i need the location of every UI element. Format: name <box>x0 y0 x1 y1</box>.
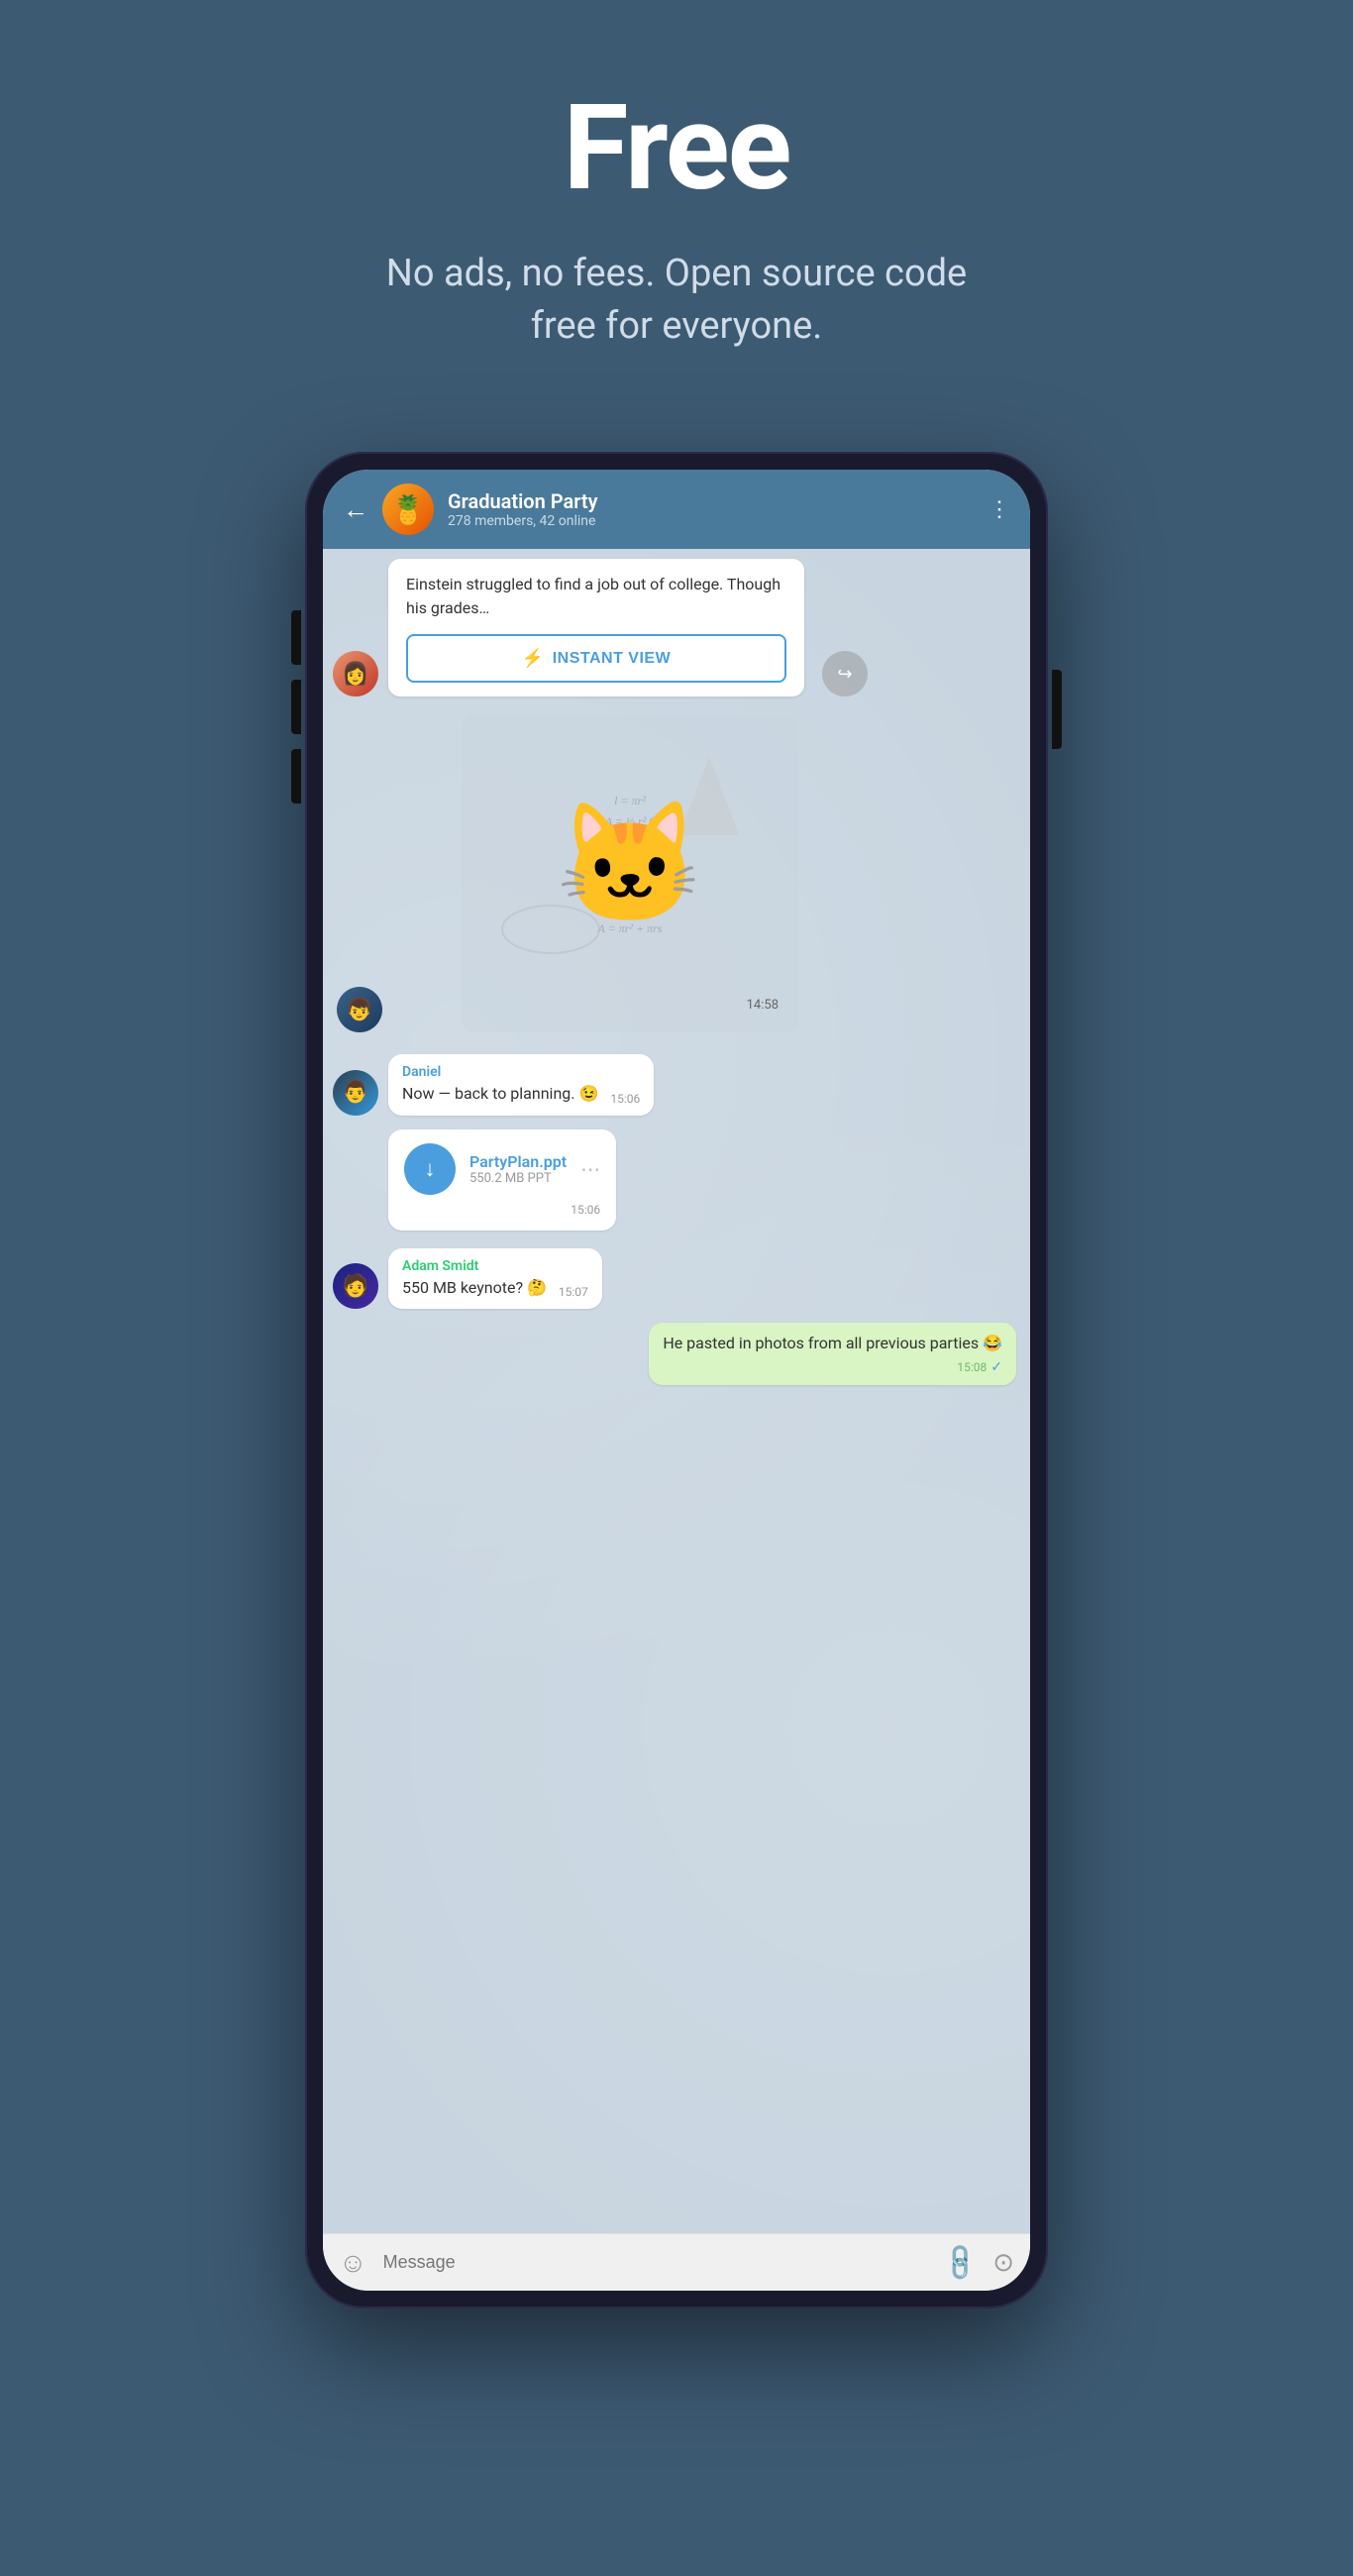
file-footer: 15:06 <box>404 1203 600 1217</box>
daniel-message-time: 15:06 <box>610 1092 640 1106</box>
avatar-daniel: 👨 <box>333 1070 378 1116</box>
hero-subtitle: No ads, no fees. Open source code free f… <box>379 248 974 353</box>
message-input[interactable] <box>383 2252 929 2273</box>
input-bar: ☺ 🔗 ⊙ <box>323 2233 1030 2291</box>
adam-message-time: 15:07 <box>559 1285 588 1299</box>
file-download-button[interactable]: ↓ <box>404 1143 456 1195</box>
daniel-bubble: Daniel Now — back to planning. 😉 15:06 <box>388 1054 654 1115</box>
file-info: PartyPlan.ppt 550.2 MB PPT <box>469 1152 567 1186</box>
share-button[interactable]: ↪ <box>822 651 868 697</box>
sticker-time: 14:58 <box>747 998 779 1013</box>
sticker-bg: l = πr² A = ½ r² θ V = l² P = 2πr A = πr… <box>481 736 779 994</box>
phone-outer: ← 🍍 Graduation Party 278 members, 42 onl… <box>305 452 1048 2308</box>
phone-device: ← 🍍 Graduation Party 278 members, 42 onl… <box>305 452 1048 2308</box>
daniel-message-text: Now — back to planning. 😉 <box>402 1083 598 1105</box>
avatar-adam: 🧑 <box>333 1263 378 1309</box>
more-button[interactable]: ⋮ <box>989 497 1010 522</box>
group-meta: 278 members, 42 online <box>448 513 975 529</box>
back-button[interactable]: ← <box>343 494 368 525</box>
file-more-button[interactable]: ⋯ <box>580 1157 600 1181</box>
outgoing-bubble-footer: 15:08 ✓ <box>663 1359 1002 1375</box>
attach-button[interactable]: 🔗 <box>939 2241 983 2285</box>
file-time: 15:06 <box>571 1203 600 1217</box>
article-card: Einstein struggled to find a job out of … <box>388 559 804 697</box>
hero-section: Free No ads, no fees. Open source code f… <box>0 0 1353 412</box>
phone-screen: ← 🍍 Graduation Party 278 members, 42 onl… <box>323 470 1030 2291</box>
cat-sticker-emoji: 🐱 <box>556 796 703 934</box>
article-text: Einstein struggled to find a job out of … <box>406 573 786 620</box>
sticker-container: l = πr² A = ½ r² θ V = l² P = 2πr A = πr… <box>462 716 798 1032</box>
file-name: PartyPlan.ppt <box>469 1152 567 1171</box>
lightning-icon: ⚡ <box>522 648 545 669</box>
avatar-girl: 👩 <box>333 651 378 697</box>
camera-button[interactable]: ⊙ <box>992 2248 1014 2278</box>
adam-message-row: 🧑 Adam Smidt 550 MB keynote? 🤔 15:07 <box>333 1248 1020 1309</box>
outgoing-message-text: He pasted in photos from all previous pa… <box>663 1334 1002 1352</box>
chat-header: ← 🍍 Graduation Party 278 members, 42 onl… <box>323 470 1030 549</box>
file-bubble: ↓ PartyPlan.ppt 550.2 MB PPT ⋯ 15:06 <box>388 1129 616 1231</box>
message-checkmark: ✓ <box>990 1359 1002 1375</box>
daniel-sender-name: Daniel <box>402 1064 640 1080</box>
article-content: Einstein struggled to find a job out of … <box>388 559 804 697</box>
file-message-row: ↓ PartyPlan.ppt 550.2 MB PPT ⋯ 15:06 <box>388 1129 1020 1231</box>
adam-message-text: 550 MB keynote? 🤔 <box>402 1277 547 1299</box>
outgoing-message-time: 15:08 <box>957 1360 987 1374</box>
group-avatar: 🍍 <box>382 483 434 535</box>
instant-view-button[interactable]: ⚡ INSTANT VIEW <box>406 634 786 683</box>
article-message-row: 👩 Einstein struggled to find a job out o… <box>333 559 1020 697</box>
outgoing-message-row: He pasted in photos from all previous pa… <box>333 1323 1020 1384</box>
hero-title: Free <box>564 79 790 218</box>
outgoing-bubble: He pasted in photos from all previous pa… <box>649 1323 1016 1384</box>
group-info: Graduation Party 278 members, 42 online <box>448 489 975 529</box>
file-meta: 550.2 MB PPT <box>469 1171 567 1186</box>
sticker-message-row: 👦 l = πr² A = ½ r² θ V = l² P = 2πr <box>337 716 1020 1032</box>
chat-body: 👩 Einstein struggled to find a job out o… <box>323 549 1030 2233</box>
instant-view-label: INSTANT VIEW <box>553 650 671 668</box>
group-name: Graduation Party <box>448 489 975 513</box>
adam-sender-name: Adam Smidt <box>402 1258 588 1274</box>
daniel-message-row: 👨 Daniel Now — back to planning. 😉 15:06 <box>333 1054 1020 1115</box>
avatar-boy1: 👦 <box>337 987 382 1032</box>
file-row: ↓ PartyPlan.ppt 550.2 MB PPT ⋯ <box>404 1143 600 1195</box>
emoji-button[interactable]: ☺ <box>339 2246 367 2279</box>
adam-bubble: Adam Smidt 550 MB keynote? 🤔 15:07 <box>388 1248 602 1309</box>
